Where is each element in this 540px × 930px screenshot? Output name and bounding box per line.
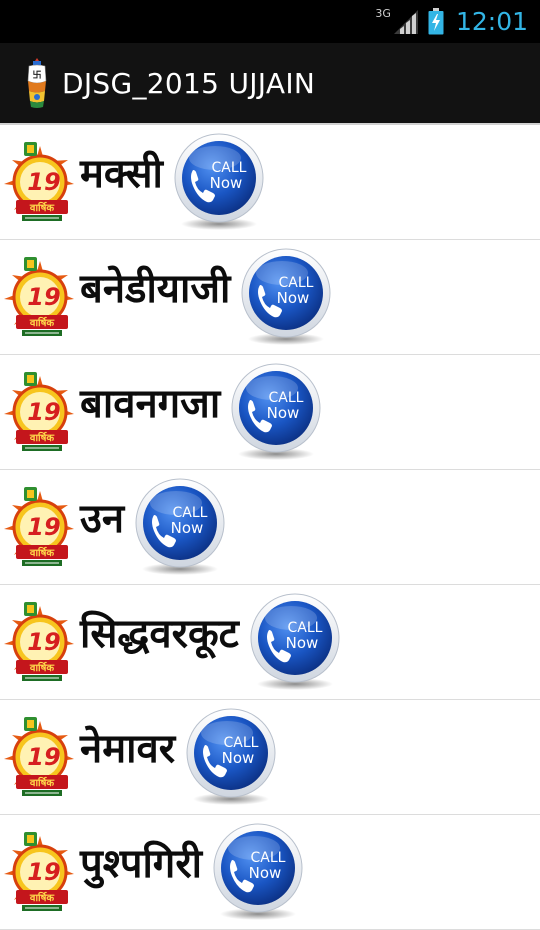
call-now-button[interactable]	[183, 707, 279, 807]
call-now-button[interactable]	[228, 362, 324, 462]
list-item[interactable]: सिद्धवरकूट	[0, 585, 540, 700]
network-type-label: 3G	[375, 7, 391, 20]
place-list: मक्सी बनेडीयाजी बावनगजा उन सिद्धवरकूट ने…	[0, 123, 540, 930]
status-bar: 3G 12:01	[0, 0, 540, 43]
anniversary-badge-icon	[2, 485, 76, 568]
place-name: बावनगजा	[80, 380, 221, 427]
battery-charging-icon	[428, 8, 444, 35]
list-item[interactable]: बनेडीयाजी	[0, 240, 540, 355]
list-item[interactable]: बावनगजा	[0, 355, 540, 470]
status-icons: 3G 12:01	[375, 0, 528, 43]
app-logo-icon: 卐	[27, 58, 47, 108]
call-now-button[interactable]	[247, 592, 343, 692]
anniversary-badge-icon	[2, 140, 76, 223]
place-name: मक्सी	[80, 150, 163, 197]
list-item[interactable]: उन	[0, 470, 540, 585]
place-name: बनेडीयाजी	[80, 265, 231, 312]
anniversary-badge-icon	[2, 370, 76, 453]
anniversary-badge-icon	[2, 830, 76, 913]
call-now-button[interactable]	[132, 477, 228, 577]
place-name: नेमावर	[80, 725, 176, 772]
anniversary-badge-icon	[2, 600, 76, 683]
call-now-button[interactable]	[171, 132, 267, 232]
call-now-button[interactable]	[210, 822, 306, 922]
anniversary-badge-icon	[2, 255, 76, 338]
list-item[interactable]: नेमावर	[0, 700, 540, 815]
svg-text:卐: 卐	[32, 70, 41, 81]
list-item[interactable]: मक्सी	[0, 123, 540, 240]
signal-bars-icon	[393, 9, 418, 34]
action-bar: 卐 DJSG_2015 UJJAIN	[0, 43, 540, 123]
call-now-button[interactable]	[238, 247, 334, 347]
place-name: उन	[80, 495, 125, 542]
clock-time: 12:01	[455, 7, 528, 36]
app-title: DJSG_2015 UJJAIN	[62, 66, 316, 100]
place-name: सिद्धवरकूट	[80, 610, 239, 657]
list-item[interactable]: पुश्पगिरी	[0, 815, 540, 930]
place-name: पुश्पगिरी	[80, 840, 203, 887]
anniversary-badge-icon	[2, 715, 76, 798]
